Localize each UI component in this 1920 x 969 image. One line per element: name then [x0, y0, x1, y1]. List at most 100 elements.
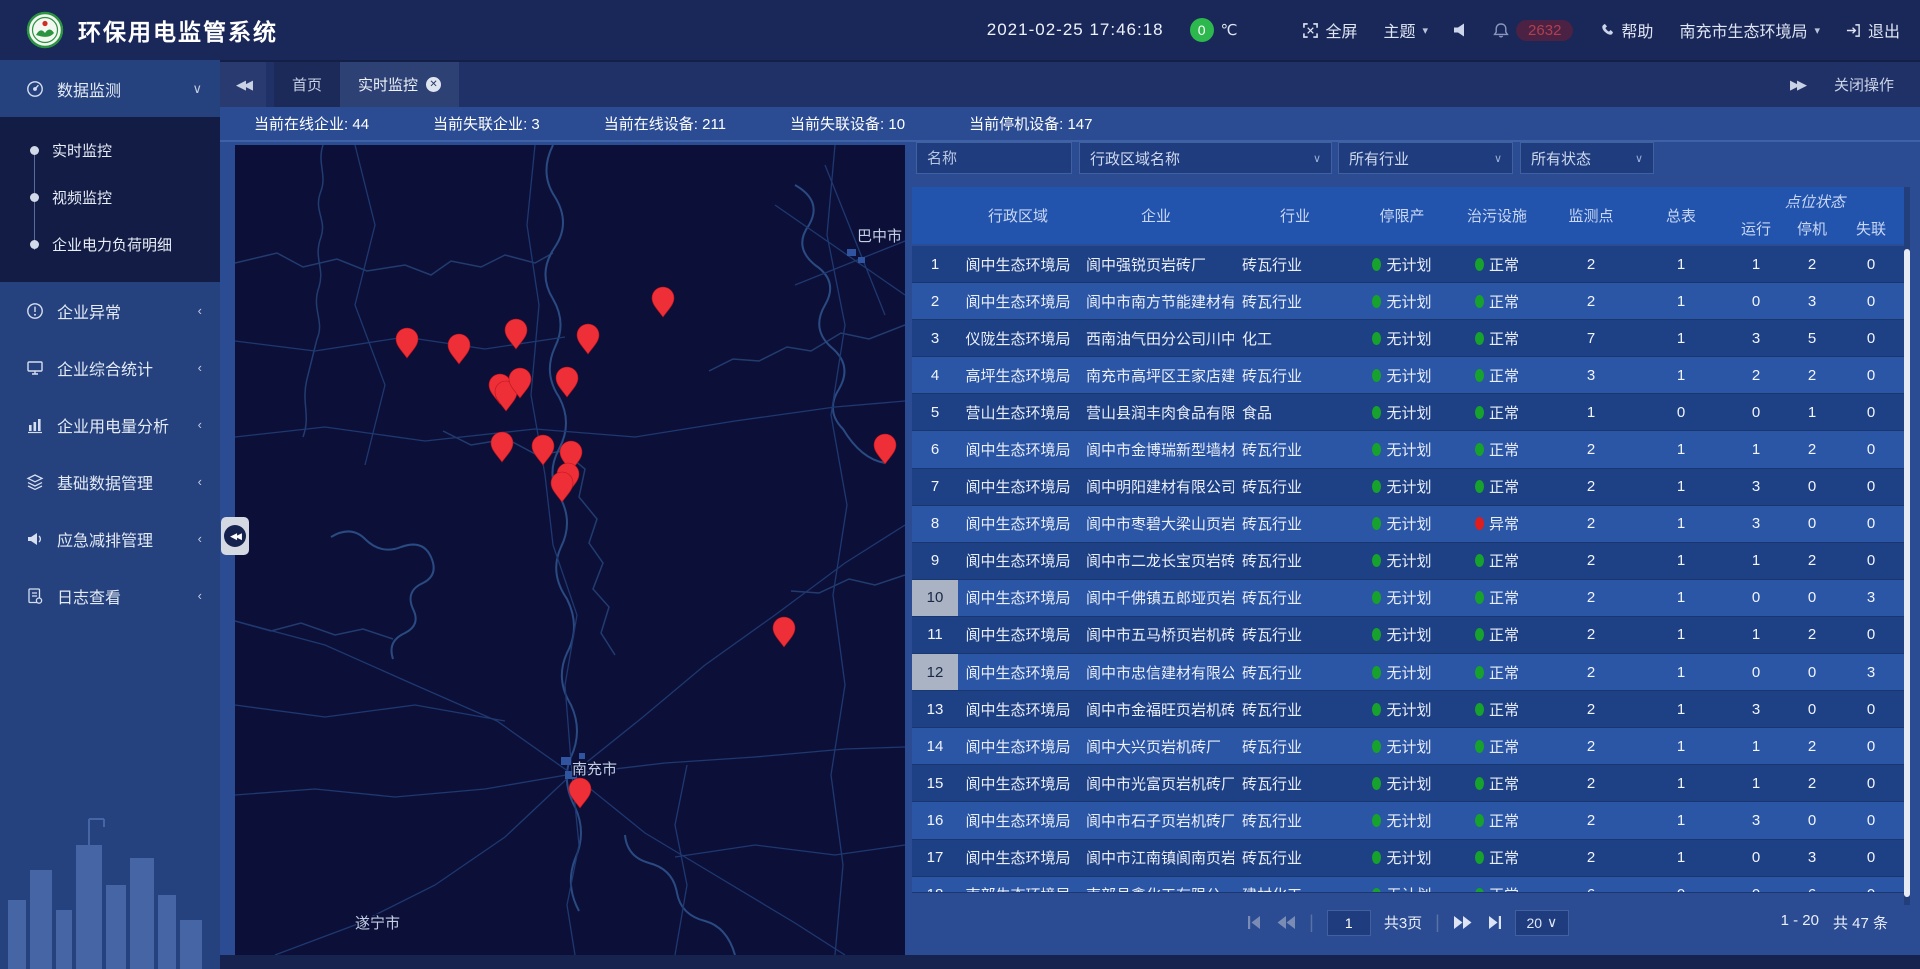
map-pin[interactable]	[491, 432, 513, 462]
tabs-scroll-left-button[interactable]: ◀◀	[220, 62, 266, 107]
top-header: 环保用电监管系统 2021-02-25 17:46:18 0 ℃ 全屏 主题 ▾	[0, 0, 1920, 60]
industry-select[interactable]: 所有行业 ∨	[1338, 142, 1513, 174]
cell-industry: 砖瓦行业	[1234, 802, 1356, 838]
status-select[interactable]: 所有状态 ∨	[1520, 142, 1654, 174]
cell-pollution-facility: 异常	[1448, 506, 1546, 542]
table-row[interactable]: 5营山生态环境局营山县润丰肉食品有限食品无计划正常10010	[912, 394, 1904, 431]
table-row[interactable]: 16阆中生态环境局阆中市石子页岩机砖厂砖瓦行业无计划正常21300	[912, 802, 1904, 839]
table-row[interactable]: 1阆中生态环境局阆中强锐页岩砖厂砖瓦行业无计划正常21120	[912, 246, 1904, 283]
status-dot-green	[1475, 480, 1484, 493]
map[interactable]: 巴中市南充市遂宁市 ◀◀	[235, 145, 905, 955]
theme-dropdown[interactable]: 主题 ▾	[1384, 18, 1429, 42]
table-row[interactable]: 8阆中生态环境局阆中市枣碧大梁山页岩砖瓦行业无计划异常21300	[912, 506, 1904, 543]
map-pin[interactable]	[773, 617, 795, 647]
sidebar-item-realtime-monitoring[interactable]: 实时监控	[0, 127, 220, 174]
map-pin[interactable]	[396, 328, 418, 358]
close-operations-button[interactable]: 关闭操作	[1834, 74, 1894, 95]
map-pin[interactable]	[652, 287, 674, 317]
map-pin[interactable]	[577, 324, 599, 354]
sidebar-item-power-load-detail[interactable]: 企业电力负荷明细	[0, 221, 220, 268]
org-dropdown[interactable]: 南充市生态环境局 ▾	[1679, 18, 1820, 42]
table-row[interactable]: 3仪陇生态环境局西南油气田分公司川中化工无计划正常71350	[912, 320, 1904, 357]
org-label: 南充市生态环境局	[1679, 18, 1807, 42]
tabs-scroll-right-button[interactable]: ▶▶	[1790, 77, 1804, 93]
table-row[interactable]: 6阆中生态环境局阆中市金博瑞新型墙材砖瓦行业无计划正常21120	[912, 431, 1904, 468]
map-pin[interactable]	[551, 472, 573, 502]
table-row[interactable]: 11阆中生态环境局阆中市五马桥页岩机砖砖瓦行业无计划正常21120	[912, 617, 1904, 654]
industry-select-value: 所有行业	[1349, 148, 1409, 169]
sidebar-item-basic-data[interactable]: 基础数据管理 ‹	[0, 453, 220, 510]
table-row[interactable]: 15阆中生态环境局阆中市光富页岩机砖厂砖瓦行业无计划正常21120	[912, 765, 1904, 802]
table-row[interactable]: 2阆中生态环境局阆中市南方节能建材有砖瓦行业无计划正常21030	[912, 283, 1904, 320]
cell-region: 阆中生态环境局	[958, 691, 1078, 727]
mute-button[interactable]	[1454, 23, 1467, 37]
cell-production-limit: 无计划	[1356, 877, 1448, 892]
cell-running: 1	[1726, 543, 1786, 579]
page-size-select[interactable]: 20 ∨	[1515, 910, 1569, 936]
sidebar-item-enterprise-abnormal[interactable]: 企业异常 ‹	[0, 282, 220, 339]
cell-pollution-facility: 正常	[1448, 617, 1546, 653]
close-icon[interactable]: ✕	[426, 77, 441, 92]
sidebar-item-electricity-analysis[interactable]: 企业用电量分析 ‹	[0, 396, 220, 453]
cell-pollution-facility: 正常	[1448, 877, 1546, 892]
previous-page-button[interactable]	[1277, 916, 1296, 929]
cell-industry: 砖瓦行业	[1234, 543, 1356, 579]
fullscreen-button[interactable]: 全屏	[1303, 18, 1357, 42]
map-pin[interactable]	[532, 435, 554, 465]
cell-stopped: 0	[1786, 506, 1838, 542]
next-page-button[interactable]	[1453, 916, 1472, 929]
status-dot-green	[1372, 740, 1381, 753]
sidebar-item-video-monitoring[interactable]: 视频监控	[0, 174, 220, 221]
cell-stopped: 2	[1786, 431, 1838, 467]
table-row[interactable]: 7阆中生态环境局阆中明阳建材有限公司砖瓦行业无计划正常21300	[912, 469, 1904, 506]
sidebar-item-enterprise-statistics[interactable]: 企业综合统计 ‹	[0, 339, 220, 396]
cell-running: 1	[1726, 765, 1786, 801]
page-number-input[interactable]	[1327, 910, 1371, 936]
notifications[interactable]: 2632	[1493, 20, 1573, 41]
map-pin[interactable]	[448, 334, 470, 364]
last-page-button[interactable]	[1485, 916, 1502, 929]
sidebar-item-emergency-reduction[interactable]: 应急减排管理 ‹	[0, 510, 220, 567]
cell-running: 0	[1726, 840, 1786, 876]
sidebar-item-log-view[interactable]: 日志查看 ‹	[0, 567, 220, 624]
table-row[interactable]: 18南部生态环境局南部县鑫化工有限公建材化工无计划正常60060	[912, 877, 1904, 892]
region-select[interactable]: 行政区域名称 ∨	[1079, 142, 1332, 174]
scrollbar-thumb[interactable]	[1904, 249, 1910, 897]
monitor-icon	[26, 359, 44, 377]
tab-realtime-monitoring[interactable]: 实时监控 ✕	[340, 62, 459, 107]
map-collapse-handle[interactable]: ◀◀	[221, 517, 249, 555]
table-row[interactable]: 13阆中生态环境局阆中市金福旺页岩机砖砖瓦行业无计划正常21300	[912, 691, 1904, 728]
cell-production-limit: 无计划	[1356, 617, 1448, 653]
map-pin[interactable]	[874, 434, 896, 464]
logout-button[interactable]: 退出	[1846, 18, 1900, 42]
cell-company: 南部县鑫化工有限公	[1078, 877, 1234, 892]
cell-production-limit: 无计划	[1356, 728, 1448, 764]
sidebar-item-data-monitoring[interactable]: 数据监测 ∨	[0, 60, 220, 117]
table-row[interactable]: 14阆中生态环境局阆中大兴页岩机砖厂砖瓦行业无计划正常21120	[912, 728, 1904, 765]
column-header-pollution-facility: 治污设施	[1448, 187, 1546, 244]
cell-monitor-points: 2	[1546, 431, 1636, 467]
table-row[interactable]: 9阆中生态环境局阆中市二龙长宝页岩砖砖瓦行业无计划正常21120	[912, 543, 1904, 580]
table-row[interactable]: 17阆中生态环境局阆中市江南镇阆南页岩砖瓦行业无计划正常21030	[912, 840, 1904, 877]
region-select-value: 行政区域名称	[1090, 148, 1180, 169]
cell-production-limit: 无计划	[1356, 357, 1448, 393]
cell-pollution-facility: 正常	[1448, 246, 1546, 282]
cell-meters: 0	[1636, 394, 1726, 430]
first-page-button[interactable]	[1247, 916, 1264, 929]
map-pin[interactable]	[505, 319, 527, 349]
app-logo-icon	[26, 11, 64, 49]
cell-company: 营山县润丰肉食品有限	[1078, 394, 1234, 430]
cell-running: 3	[1726, 320, 1786, 356]
cell-region: 阆中生态环境局	[958, 580, 1078, 616]
tab-home[interactable]: 首页	[274, 62, 340, 107]
table-row[interactable]: 10阆中生态环境局阆中千佛镇五郎垭页岩砖瓦行业无计划正常21003	[912, 580, 1904, 617]
table-row[interactable]: 4高坪生态环境局南充市高坪区王家店建砖瓦行业无计划正常31220	[912, 357, 1904, 394]
name-search-input[interactable]	[916, 142, 1072, 174]
total-pages-label: 共3页	[1384, 912, 1422, 933]
column-header-monitor-points: 监测点	[1546, 187, 1636, 244]
record-range-label: 1 - 20	[1781, 912, 1819, 933]
help-button[interactable]: 帮助	[1599, 18, 1653, 42]
cell-industry: 砖瓦行业	[1234, 654, 1356, 690]
table-row[interactable]: 12阆中生态环境局阆中市忠信建材有限公砖瓦行业无计划正常21003	[912, 654, 1904, 691]
map-pin[interactable]	[556, 367, 578, 397]
